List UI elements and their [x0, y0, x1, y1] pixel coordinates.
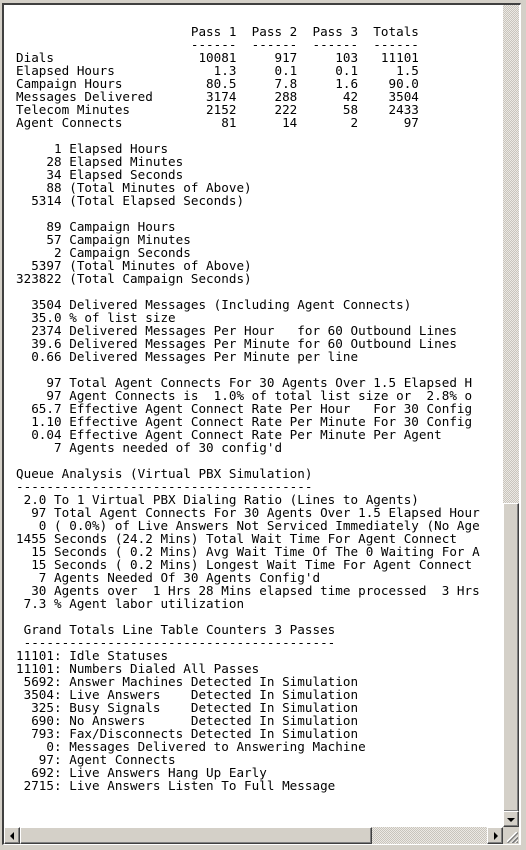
- scroll-down-button[interactable]: [503, 811, 519, 827]
- scroll-right-button[interactable]: [487, 827, 503, 844]
- down-arrow-icon: [507, 818, 515, 822]
- report-text-area[interactable]: Pass 1 Pass 2 Pass 3 Totals ------ -----…: [4, 5, 503, 827]
- resize-grip-icon[interactable]: [507, 832, 518, 843]
- report-line: 323822 (Total Campaign Seconds): [16, 271, 252, 286]
- scrollbar-corner: [503, 827, 519, 844]
- horizontal-scroll-thumb[interactable]: [20, 827, 372, 844]
- right-arrow-icon: [494, 832, 498, 840]
- report-text-window: Pass 1 Pass 2 Pass 3 Totals ------ -----…: [2, 3, 521, 845]
- scroll-left-button[interactable]: [4, 827, 20, 844]
- vertical-scroll-thumb[interactable]: [503, 503, 519, 812]
- left-arrow-icon: [10, 832, 14, 840]
- horizontal-scrollbar[interactable]: [4, 827, 503, 844]
- report-line: Agent Connects 81 14 2 97: [16, 115, 419, 130]
- report-line: 5314 (Total Elapsed Seconds): [16, 193, 245, 208]
- report-line: 7.3 % Agent labor utilization: [16, 596, 245, 611]
- report-text: Pass 1 Pass 2 Pass 3 Totals ------ -----…: [16, 25, 480, 792]
- report-line: 2715: Live Answers Listen To Full Messag…: [16, 778, 336, 793]
- vertical-scrollbar[interactable]: [503, 5, 519, 827]
- report-line: 7 Agents needed of 30 config'd: [16, 440, 283, 455]
- report-line: 0.66 Delivered Messages Per Minute per l…: [16, 349, 359, 364]
